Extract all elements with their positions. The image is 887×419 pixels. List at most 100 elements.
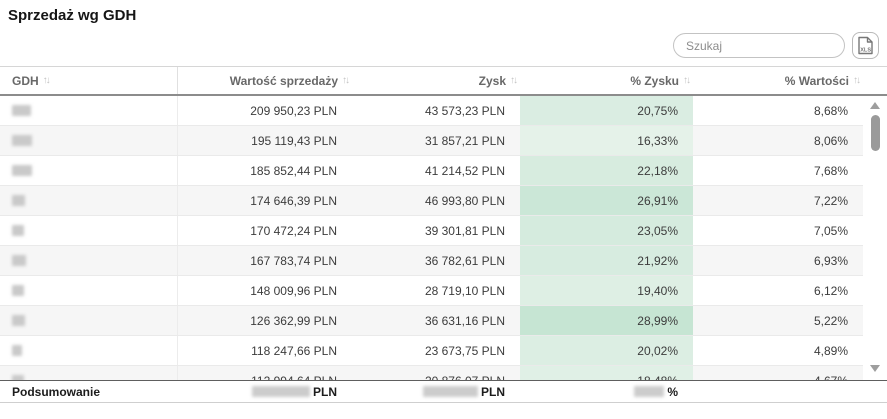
cell-wartosc-sprzedazy: 195 119,43 PLN	[178, 126, 352, 155]
table-header-row: GDH ↑↓ Wartość sprzedaży ↑↓ Zysk ↑↓ % Zy…	[0, 66, 887, 96]
percent-suffix: %	[667, 385, 678, 399]
cell-wartosc-sprzedazy: 167 783,74 PLN	[178, 246, 352, 275]
table-row[interactable]: 170 472,24 PLN 39 301,81 PLN 23,05% 7,05…	[0, 216, 863, 246]
column-header-gdh[interactable]: GDH ↑↓	[0, 67, 178, 94]
table-row[interactable]: 112 994,64 PLN 20 876,07 PLN 18,48% 4,67…	[0, 366, 863, 380]
cell-gdh	[0, 276, 178, 305]
cell-zysk: 28 719,10 PLN	[352, 276, 520, 305]
table-row[interactable]: 148 009,96 PLN 28 719,10 PLN 19,40% 6,12…	[0, 276, 863, 306]
cell-zysk: 43 573,23 PLN	[352, 96, 520, 125]
cell-zysk: 23 673,75 PLN	[352, 336, 520, 365]
cell-gdh	[0, 126, 178, 155]
cell-wartosc-sprzedazy: 148 009,96 PLN	[178, 276, 352, 305]
cell-gdh	[0, 366, 178, 380]
sort-icon[interactable]: ↑↓	[853, 75, 859, 86]
cell-zysk: 46 993,80 PLN	[352, 186, 520, 215]
cell-pct-wartosci: 4,67%	[693, 366, 863, 380]
cell-pct-wartosci: 6,93%	[693, 246, 863, 275]
column-label: GDH	[12, 74, 39, 88]
summary-row: Podsumowanie PLN PLN %	[0, 380, 887, 403]
cell-pct-wartosci: 4,89%	[693, 336, 863, 365]
cell-pct-zysku: 16,33%	[520, 126, 693, 155]
cell-pct-zysku: 19,40%	[520, 276, 693, 305]
cell-gdh	[0, 306, 178, 335]
table-row[interactable]: 185 852,44 PLN 41 214,52 PLN 22,18% 7,68…	[0, 156, 863, 186]
scrollbar-thumb[interactable]	[871, 115, 880, 151]
cell-zysk: 36 782,61 PLN	[352, 246, 520, 275]
cell-wartosc-sprzedazy: 185 852,44 PLN	[178, 156, 352, 185]
table-row[interactable]: 174 646,39 PLN 46 993,80 PLN 26,91% 7,22…	[0, 186, 863, 216]
sort-icon[interactable]: ↑↓	[683, 75, 689, 86]
currency-suffix: PLN	[313, 385, 337, 399]
cell-pct-zysku: 22,18%	[520, 156, 693, 185]
cell-pct-zysku: 21,92%	[520, 246, 693, 275]
xls-file-icon: XLS	[857, 36, 874, 55]
cell-wartosc-sprzedazy: 112 994,64 PLN	[178, 366, 352, 380]
cell-pct-wartosci: 8,68%	[693, 96, 863, 125]
search-input[interactable]	[673, 33, 845, 58]
cell-wartosc-sprzedazy: 118 247,66 PLN	[178, 336, 352, 365]
cell-pct-zysku: 26,91%	[520, 186, 693, 215]
scroll-down-arrow-icon[interactable]	[870, 365, 880, 372]
cell-zysk: 39 301,81 PLN	[352, 216, 520, 245]
column-label: Zysk	[479, 74, 506, 88]
redacted-value	[252, 386, 310, 397]
cell-pct-zysku: 23,05%	[520, 216, 693, 245]
summary-pct-zysku: %	[520, 381, 693, 402]
scroll-up-arrow-icon[interactable]	[870, 102, 880, 109]
column-header-pct-zysku[interactable]: % Zysku ↑↓	[520, 67, 693, 94]
summary-pct-wartosci	[693, 381, 863, 402]
summary-zysk: PLN	[352, 381, 520, 402]
cell-pct-wartosci: 7,05%	[693, 216, 863, 245]
cell-gdh	[0, 186, 178, 215]
redacted-text	[12, 135, 32, 146]
table-row[interactable]: 167 783,74 PLN 36 782,61 PLN 21,92% 6,93…	[0, 246, 863, 276]
redacted-text	[12, 195, 25, 206]
column-label: % Wartości	[785, 74, 849, 88]
sort-icon[interactable]: ↑↓	[342, 75, 348, 86]
redacted-text	[12, 165, 32, 176]
redacted-text	[12, 345, 22, 356]
svg-text:XLS: XLS	[860, 48, 871, 54]
cell-pct-wartosci: 7,68%	[693, 156, 863, 185]
cell-pct-zysku: 20,02%	[520, 336, 693, 365]
sort-icon[interactable]: ↑↓	[43, 75, 49, 86]
toolbar: XLS	[673, 32, 879, 59]
scrollbar[interactable]	[863, 96, 887, 380]
cell-pct-wartosci: 8,06%	[693, 126, 863, 155]
cell-gdh	[0, 246, 178, 275]
cell-gdh	[0, 156, 178, 185]
column-header-pct-wartosci[interactable]: % Wartości ↑↓	[693, 67, 863, 94]
table-row[interactable]: 126 362,99 PLN 36 631,16 PLN 28,99% 5,22…	[0, 306, 863, 336]
redacted-value	[423, 386, 478, 397]
table-body: 209 950,23 PLN 43 573,23 PLN 20,75% 8,68…	[0, 96, 887, 380]
column-label: % Zysku	[630, 74, 679, 88]
cell-gdh	[0, 336, 178, 365]
currency-suffix: PLN	[481, 385, 505, 399]
cell-pct-zysku: 28,99%	[520, 306, 693, 335]
table-row[interactable]: 118 247,66 PLN 23 673,75 PLN 20,02% 4,89…	[0, 336, 863, 366]
cell-wartosc-sprzedazy: 126 362,99 PLN	[178, 306, 352, 335]
redacted-text	[12, 285, 24, 296]
table-row[interactable]: 195 119,43 PLN 31 857,21 PLN 16,33% 8,06…	[0, 126, 863, 156]
redacted-value	[634, 386, 664, 397]
cell-gdh	[0, 96, 178, 125]
column-header-zysk[interactable]: Zysk ↑↓	[352, 67, 520, 94]
data-table: GDH ↑↓ Wartość sprzedaży ↑↓ Zysk ↑↓ % Zy…	[0, 66, 887, 403]
column-header-wartosc-sprzedazy[interactable]: Wartość sprzedaży ↑↓	[178, 67, 352, 94]
redacted-text	[12, 225, 24, 236]
sort-icon[interactable]: ↑↓	[510, 75, 516, 86]
summary-label: Podsumowanie	[0, 381, 178, 402]
redacted-text	[12, 375, 24, 380]
cell-wartosc-sprzedazy: 170 472,24 PLN	[178, 216, 352, 245]
cell-pct-zysku: 20,75%	[520, 96, 693, 125]
cell-zysk: 20 876,07 PLN	[352, 366, 520, 380]
cell-pct-wartosci: 5,22%	[693, 306, 863, 335]
cell-gdh	[0, 216, 178, 245]
cell-zysk: 31 857,21 PLN	[352, 126, 520, 155]
cell-pct-wartosci: 6,12%	[693, 276, 863, 305]
table-row[interactable]: 209 950,23 PLN 43 573,23 PLN 20,75% 8,68…	[0, 96, 863, 126]
export-xls-button[interactable]: XLS	[852, 32, 879, 59]
cell-wartosc-sprzedazy: 209 950,23 PLN	[178, 96, 352, 125]
column-label: Wartość sprzedaży	[230, 74, 338, 88]
